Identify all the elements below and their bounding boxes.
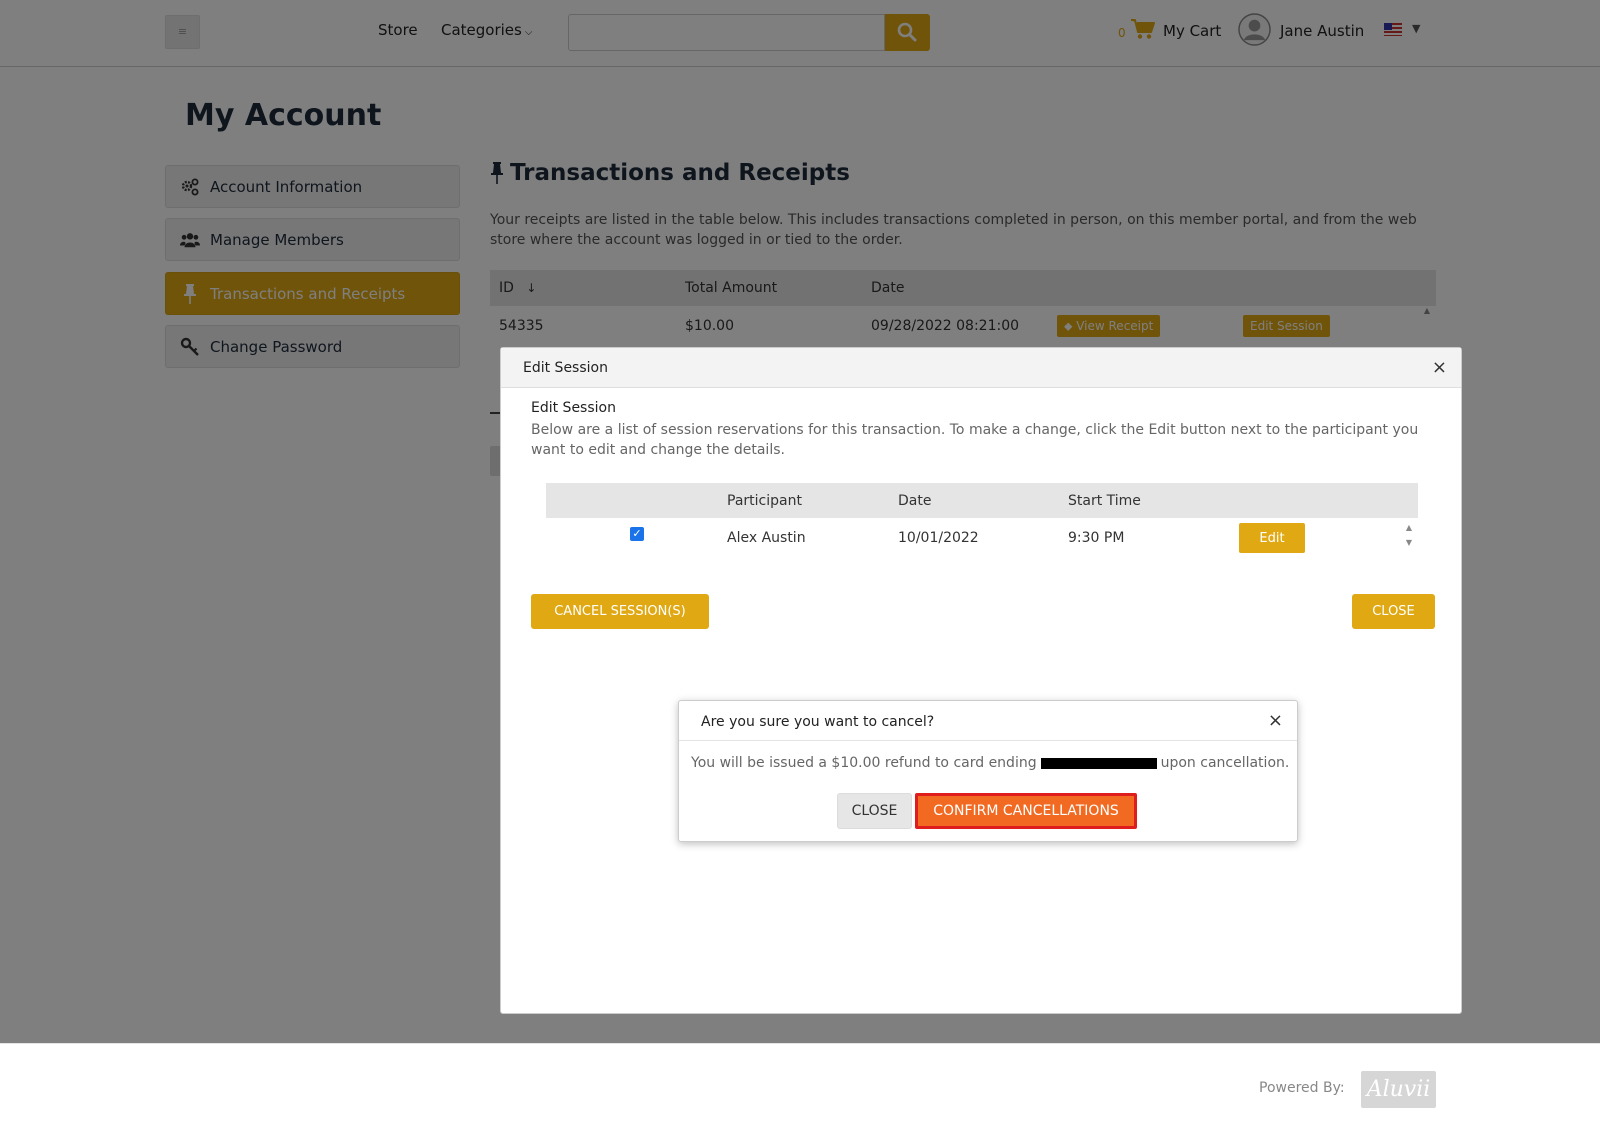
column-participant: Participant xyxy=(727,493,802,509)
session-start-time: 9:30 PM xyxy=(1068,530,1125,546)
close-icon[interactable]: × xyxy=(1432,357,1447,378)
column-start-time: Start Time xyxy=(1068,493,1141,509)
confirm-dialog-header: Are you sure you want to cancel? × xyxy=(679,701,1297,741)
participant-name: Alex Austin xyxy=(727,530,806,546)
modal-title: Edit Session xyxy=(523,360,608,376)
table-scrollbar[interactable]: ▲ ▼ xyxy=(1406,520,1412,550)
session-checkbox[interactable]: ✓ xyxy=(630,527,644,541)
modal-header: Edit Session × xyxy=(501,348,1461,388)
edit-session-modal: Edit Session × Edit Session Below are a … xyxy=(500,347,1462,1014)
sessions-table-header: Participant Date Start Time xyxy=(546,483,1418,518)
footer xyxy=(0,1043,1600,1141)
cancel-sessions-button[interactable]: CANCEL SESSION(S) xyxy=(531,594,709,629)
modal-subtitle: Edit Session xyxy=(531,400,616,416)
refund-message: You will be issued a $10.00 refund to ca… xyxy=(691,755,1289,771)
column-date: Date xyxy=(898,493,932,509)
edit-participant-button[interactable]: Edit xyxy=(1239,523,1305,553)
aluvii-logo[interactable]: Aluvii xyxy=(1361,1071,1436,1108)
redacted-card-number xyxy=(1040,757,1157,769)
modal-description: Below are a list of session reservations… xyxy=(531,422,1419,458)
scroll-up-icon[interactable]: ▲ xyxy=(1406,520,1412,535)
confirm-cancellations-button[interactable]: CONFIRM CANCELLATIONS xyxy=(915,793,1137,829)
close-modal-button[interactable]: CLOSE xyxy=(1352,594,1435,629)
confirm-dialog-title: Are you sure you want to cancel? xyxy=(701,714,935,730)
confirm-cancel-dialog: Are you sure you want to cancel? × You w… xyxy=(678,700,1298,842)
close-icon[interactable]: × xyxy=(1268,710,1283,731)
confirm-dialog-close-button[interactable]: CLOSE xyxy=(837,793,912,829)
refund-message-start: You will be issued a $10.00 refund to ca… xyxy=(691,755,1037,771)
session-date: 10/01/2022 xyxy=(898,530,979,546)
refund-message-end: upon cancellation. xyxy=(1160,755,1290,771)
table-row: ✓ Alex Austin 10/01/2022 9:30 PM Edit ▲ ▼ xyxy=(546,518,1418,558)
scroll-down-icon[interactable]: ▼ xyxy=(1406,535,1412,550)
powered-by-label: Powered By: xyxy=(1259,1080,1345,1096)
